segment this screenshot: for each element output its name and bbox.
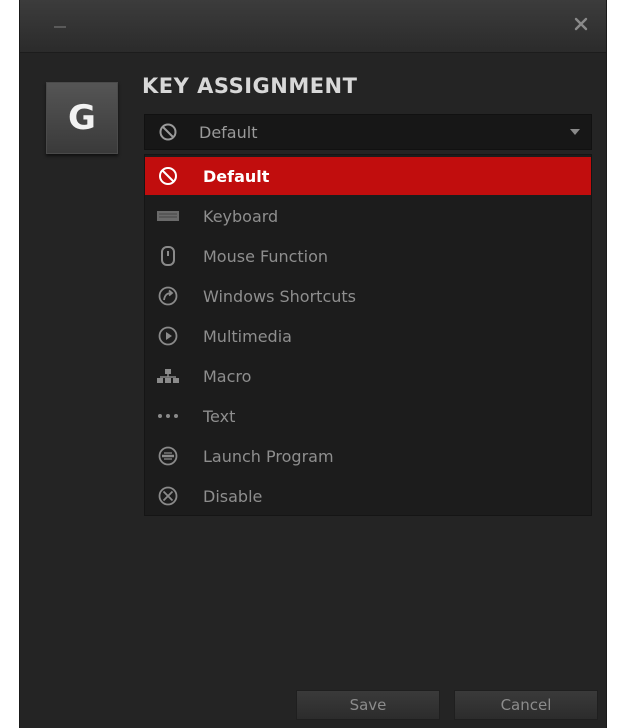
- option-label: Multimedia: [203, 326, 292, 346]
- option-label: Windows Shortcuts: [203, 286, 356, 306]
- key-assignment-window: G KEY ASSIGNMENT Default Default Keyboar…: [20, 0, 606, 728]
- cancel-button[interactable]: Cancel: [454, 690, 598, 720]
- option-default[interactable]: Default: [145, 157, 591, 195]
- save-button[interactable]: Save: [296, 690, 440, 720]
- close-icon: [574, 17, 588, 31]
- macro-icon: [155, 363, 181, 389]
- title-bar[interactable]: [20, 0, 606, 53]
- keyboard-icon: [155, 203, 181, 229]
- option-text[interactable]: Text: [145, 397, 591, 435]
- option-multimedia[interactable]: Multimedia: [145, 317, 591, 355]
- option-label: Launch Program: [203, 446, 334, 466]
- shortcut-arrow-icon: [155, 283, 181, 309]
- mouse-icon: [155, 243, 181, 269]
- option-mouse-function[interactable]: Mouse Function: [145, 237, 591, 275]
- prohibited-icon: [157, 121, 179, 143]
- option-disable[interactable]: Disable: [145, 477, 591, 515]
- close-button[interactable]: [570, 13, 592, 35]
- prohibited-icon: [155, 163, 181, 189]
- play-icon: [155, 323, 181, 349]
- option-label: Disable: [203, 486, 263, 506]
- option-launch-program[interactable]: Launch Program: [145, 437, 591, 475]
- chevron-down-icon: [570, 129, 580, 135]
- assignment-select[interactable]: Default: [144, 114, 592, 150]
- ellipsis-icon: [155, 403, 181, 429]
- option-windows-shortcuts[interactable]: Windows Shortcuts: [145, 277, 591, 315]
- option-keyboard[interactable]: Keyboard: [145, 197, 591, 235]
- title-bar-decoration: [54, 26, 66, 28]
- option-macro[interactable]: Macro: [145, 357, 591, 395]
- option-label: Text: [203, 406, 236, 426]
- option-label: Mouse Function: [203, 246, 329, 266]
- launch-program-icon: [155, 443, 181, 469]
- disable-icon: [155, 483, 181, 509]
- option-label: Macro: [203, 366, 252, 386]
- key-preview-tile: G: [46, 82, 118, 154]
- assignment-dropdown-list: Default Keyboard Mouse Function Windows …: [144, 154, 592, 516]
- select-value: Default: [199, 122, 258, 142]
- section-title: KEY ASSIGNMENT: [142, 74, 358, 98]
- key-letter: G: [68, 98, 96, 138]
- option-label: Default: [203, 166, 270, 186]
- option-label: Keyboard: [203, 206, 279, 226]
